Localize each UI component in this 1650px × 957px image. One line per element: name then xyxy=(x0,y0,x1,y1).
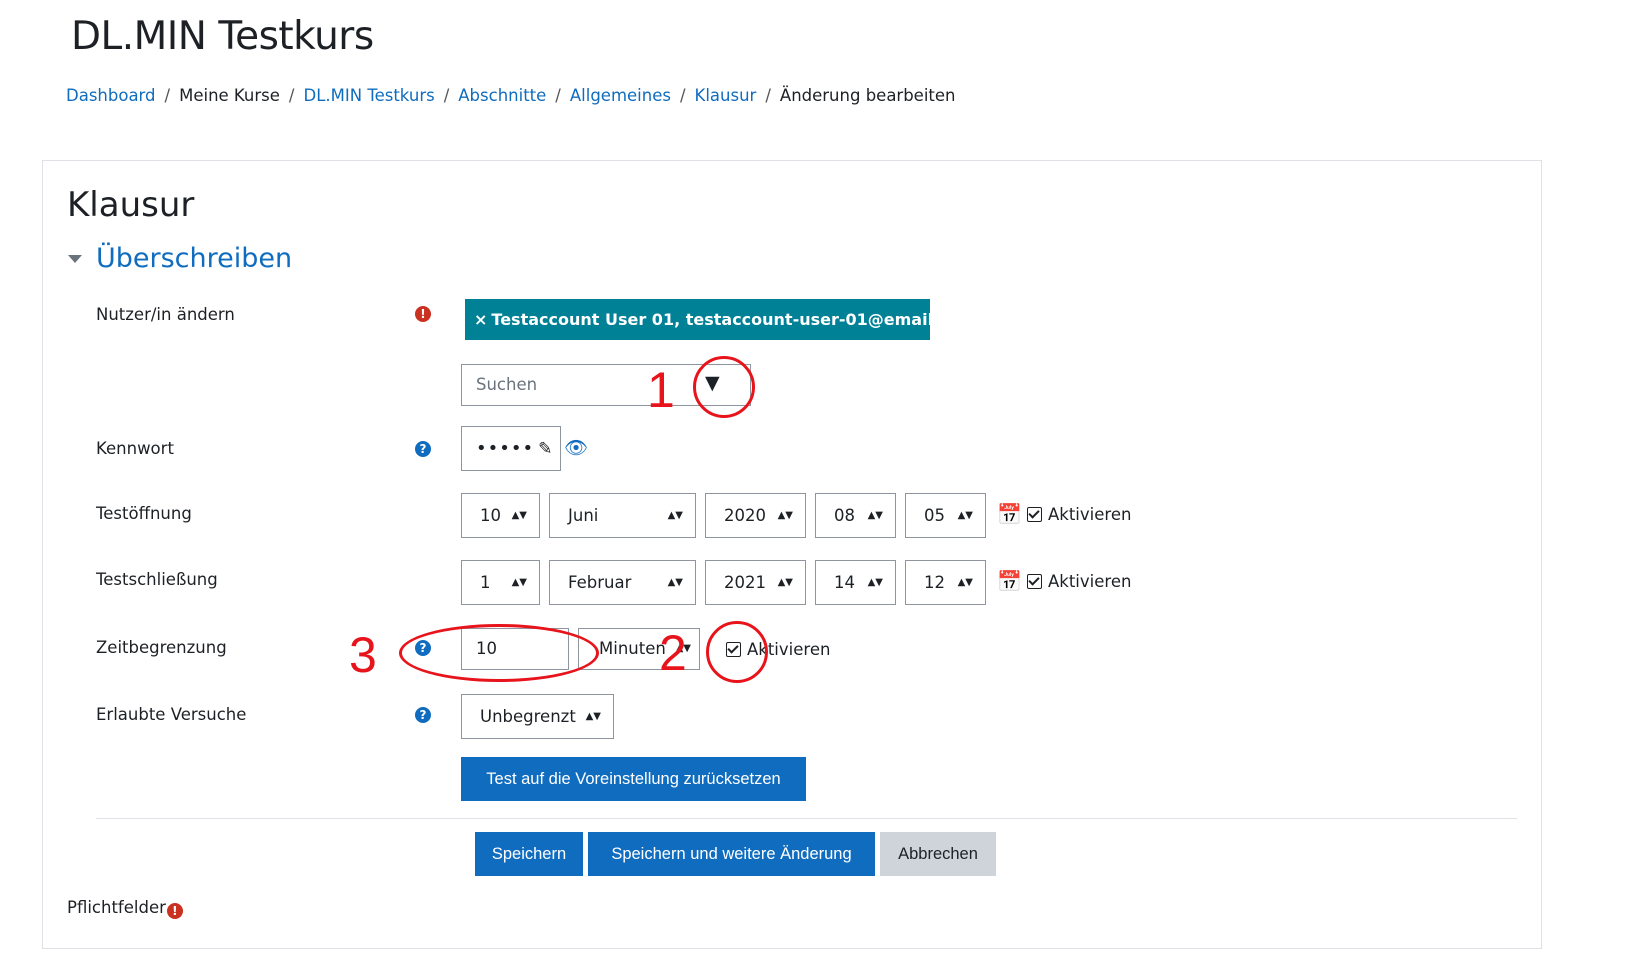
calendar-icon[interactable]: 📅 xyxy=(997,502,1022,526)
help-icon[interactable]: ? xyxy=(415,707,431,723)
close-month-value: Februar xyxy=(568,573,632,592)
open-hour-select[interactable]: 08 ▲▼ xyxy=(815,493,896,538)
form-title: Klausur xyxy=(67,185,195,225)
time-limit-unit-value: Minuten xyxy=(599,639,666,658)
annotation-circle-2 xyxy=(706,621,768,683)
updown-icon: ▲▼ xyxy=(777,510,793,521)
page-title: DL.MIN Testkurs xyxy=(71,14,374,59)
checkbox-checked-icon[interactable] xyxy=(1027,574,1042,589)
password-field[interactable]: ••••• ✎ xyxy=(461,426,561,471)
attempts-value: Unbegrenzt xyxy=(480,707,576,726)
open-year-value: 2020 xyxy=(724,506,766,525)
collapse-toggle-icon[interactable] xyxy=(68,255,82,263)
annotation-number-3: 3 xyxy=(349,627,377,683)
breadcrumb-general[interactable]: Allgemeines xyxy=(570,86,671,105)
attempts-label: Erlaubte Versuche xyxy=(96,705,247,724)
save-button[interactable]: Speichern xyxy=(475,832,583,876)
updown-icon: ▲▼ xyxy=(511,510,527,521)
cancel-button[interactable]: Abbrechen xyxy=(880,832,996,876)
open-hour-value: 08 xyxy=(834,506,855,525)
open-enable-label: Aktivieren xyxy=(1048,505,1132,524)
breadcrumb-separator: / xyxy=(555,86,561,105)
password-label: Kennwort xyxy=(96,439,174,458)
close-minute-select[interactable]: 12 ▲▼ xyxy=(905,560,986,605)
close-year-select[interactable]: 2021 ▲▼ xyxy=(705,560,806,605)
form-card xyxy=(42,160,1542,949)
open-label: Testöffnung xyxy=(96,504,192,523)
annotation-number-2: 2 xyxy=(659,625,687,681)
eye-icon[interactable]: 👁 xyxy=(564,436,588,459)
password-value: ••••• xyxy=(476,438,535,459)
required-icon: ! xyxy=(415,306,431,322)
close-day-select[interactable]: 1 ▲▼ xyxy=(461,560,540,605)
calendar-icon[interactable]: 📅 xyxy=(997,569,1022,593)
updown-icon: ▲▼ xyxy=(777,577,793,588)
updown-icon: ▲▼ xyxy=(585,711,601,722)
close-hour-value: 14 xyxy=(834,573,855,592)
open-day-value: 10 xyxy=(480,506,501,525)
breadcrumb-dashboard[interactable]: Dashboard xyxy=(66,86,156,105)
reset-defaults-button[interactable]: Test auf die Voreinstellung zurücksetzen xyxy=(461,757,806,801)
breadcrumb: Dashboard / Meine Kurse / DL.MIN Testkurs / Ab… xyxy=(66,86,956,105)
breadcrumb-course[interactable]: DL.MIN Testkurs xyxy=(303,86,434,105)
breadcrumb-my-courses: Meine Kurse xyxy=(179,86,280,105)
close-enable-label: Aktivieren xyxy=(1048,572,1132,591)
updown-icon: ▲▼ xyxy=(511,577,527,588)
open-minute-select[interactable]: 05 ▲▼ xyxy=(905,493,986,538)
open-day-select[interactable]: 10 ▲▼ xyxy=(461,493,540,538)
close-label: Testschließung xyxy=(96,570,218,589)
annotation-ellipse-3 xyxy=(399,624,599,682)
selected-user-text: Testaccount User 01, testaccount-user-01… xyxy=(491,310,930,329)
close-month-select[interactable]: Februar ▲▼ xyxy=(549,560,696,605)
open-minute-value: 05 xyxy=(924,506,945,525)
breadcrumb-separator: / xyxy=(164,86,171,105)
help-icon[interactable]: ? xyxy=(415,441,431,457)
breadcrumb-separator: / xyxy=(765,86,771,105)
open-month-select[interactable]: Juni ▲▼ xyxy=(549,493,696,538)
updown-icon: ▲▼ xyxy=(957,510,973,521)
pencil-icon[interactable]: ✎ xyxy=(538,439,553,459)
required-icon: ! xyxy=(166,903,183,919)
breadcrumb-current: Änderung bearbeiten xyxy=(779,86,956,105)
required-fields-note: Pflichtfelder! xyxy=(67,898,183,919)
close-day-value: 1 xyxy=(480,573,491,592)
checkbox-checked-icon[interactable] xyxy=(1027,507,1042,522)
breadcrumb-sections[interactable]: Abschnitte xyxy=(458,86,546,105)
close-hour-select[interactable]: 14 ▲▼ xyxy=(815,560,896,605)
open-enable-checkbox[interactable]: Aktivieren xyxy=(1027,505,1131,524)
close-year-value: 2021 xyxy=(724,573,766,592)
updown-icon: ▲▼ xyxy=(667,577,683,588)
updown-icon: ▲▼ xyxy=(957,577,973,588)
user-label: Nutzer/in ändern xyxy=(96,305,235,324)
annotation-circle-1 xyxy=(693,356,755,418)
selected-user-chip[interactable]: × Testaccount User 01, testaccount-user-0… xyxy=(465,299,930,340)
divider xyxy=(96,818,1517,819)
breadcrumb-quiz[interactable]: Klausur xyxy=(695,86,757,105)
breadcrumb-separator: / xyxy=(679,86,686,105)
section-title[interactable]: Überschreiben xyxy=(96,243,292,274)
annotation-number-1: 1 xyxy=(647,362,675,418)
required-fields-label: Pflichtfelder xyxy=(67,898,166,917)
open-month-value: Juni xyxy=(568,506,599,525)
time-limit-label: Zeitbegrenzung xyxy=(96,638,227,657)
attempts-select[interactable]: Unbegrenzt ▲▼ xyxy=(461,694,614,739)
close-enable-checkbox[interactable]: Aktivieren xyxy=(1027,572,1131,591)
remove-chip-icon[interactable]: × xyxy=(474,310,487,329)
save-and-next-button[interactable]: Speichern und weitere Änderung xyxy=(588,832,875,876)
close-minute-value: 12 xyxy=(924,573,945,592)
updown-icon: ▲▼ xyxy=(867,510,883,521)
breadcrumb-separator: / xyxy=(443,86,450,105)
updown-icon: ▲▼ xyxy=(667,510,683,521)
updown-icon: ▲▼ xyxy=(867,577,883,588)
open-year-select[interactable]: 2020 ▲▼ xyxy=(705,493,806,538)
breadcrumb-separator: / xyxy=(288,86,295,105)
